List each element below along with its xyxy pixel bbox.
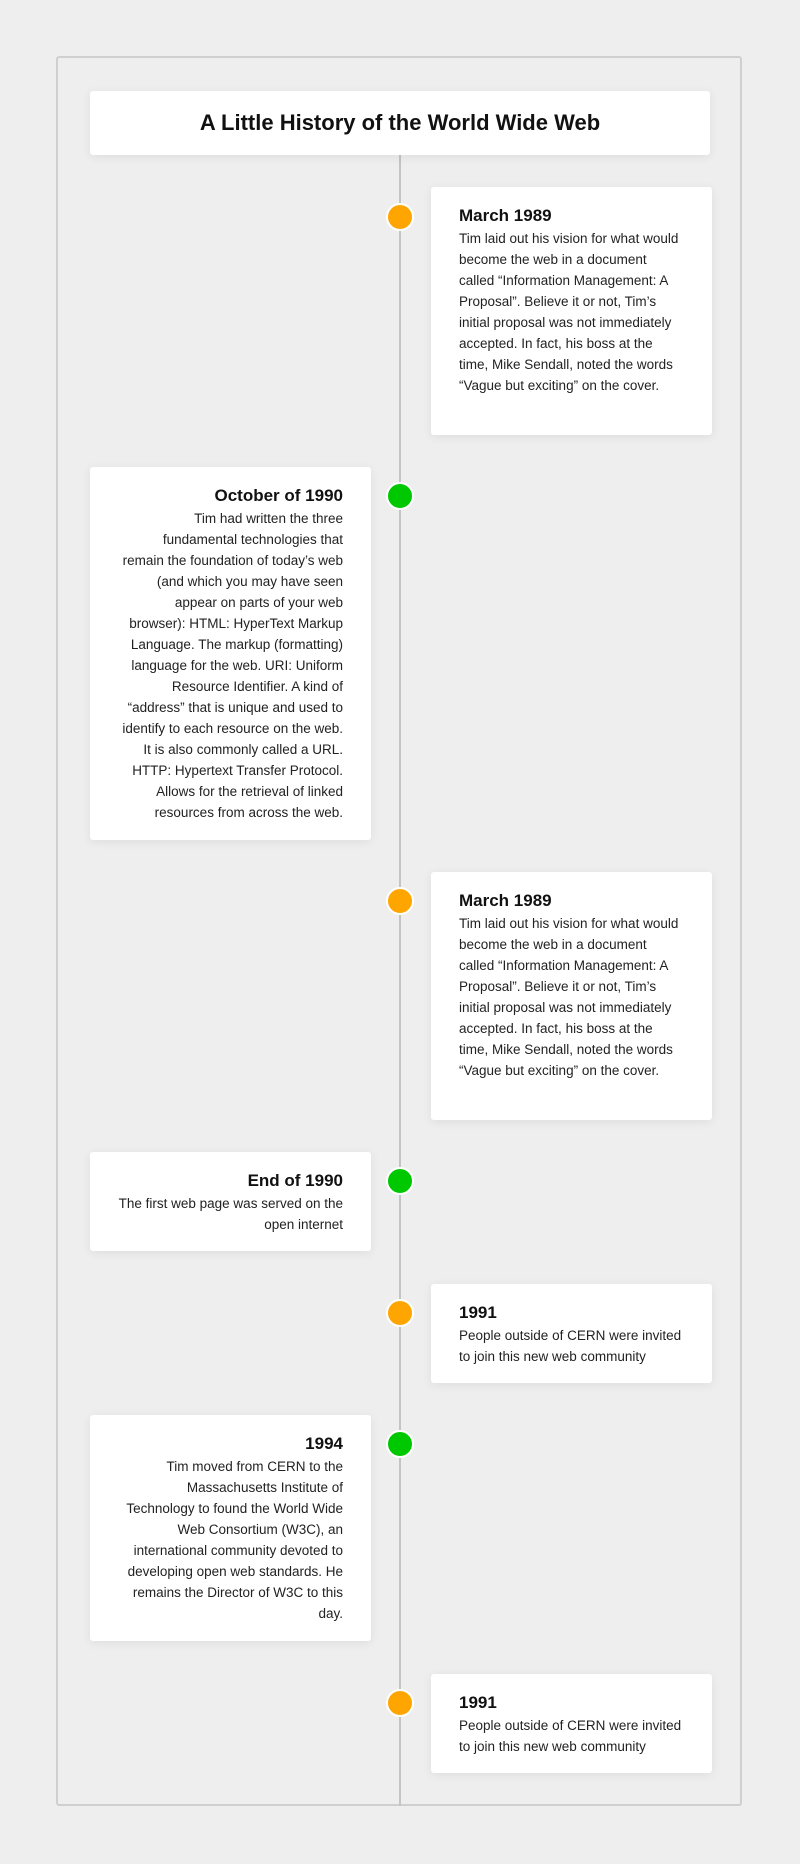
event-description: People outside of CERN were invited to j… <box>459 1718 682 1754</box>
event-description: People outside of CERN were invited to j… <box>459 1328 682 1364</box>
timeline-card: March 1989 Tim laid out his vision for w… <box>431 872 712 1120</box>
event-date: March 1989 <box>459 891 552 910</box>
timeline-marker-green <box>386 482 414 510</box>
event-date: October of 1990 <box>214 486 344 505</box>
event-description: Tim had written the three fundamental te… <box>122 511 343 820</box>
timeline-marker-orange <box>386 1299 414 1327</box>
timeline-marker-orange <box>386 203 414 231</box>
timeline-marker-green <box>386 1430 414 1458</box>
timeline-marker-orange <box>386 1689 414 1717</box>
event-description: Tim moved from CERN to the Massachusetts… <box>126 1459 343 1621</box>
timeline-card: October of 1990 Tim had written the thre… <box>90 467 371 840</box>
timeline-card: 1991 People outside of CERN were invited… <box>431 1674 712 1773</box>
event-description: Tim laid out his vision for what would b… <box>459 231 679 393</box>
event-date: End of 1990 <box>247 1171 343 1190</box>
timeline-marker-orange <box>386 887 414 915</box>
timeline-card: End of 1990 The first web page was serve… <box>90 1152 371 1251</box>
event-date: March 1989 <box>459 206 552 225</box>
event-date: 1991 <box>459 1303 497 1322</box>
event-description: Tim laid out his vision for what would b… <box>459 916 679 1078</box>
page-title: A Little History of the World Wide Web <box>199 110 601 135</box>
timeline-marker-green <box>386 1167 414 1195</box>
timeline-card: 1994 Tim moved from CERN to the Massachu… <box>90 1415 371 1641</box>
timeline-axis <box>399 155 401 1806</box>
event-date: 1994 <box>305 1434 343 1453</box>
timeline-card: 1991 People outside of CERN were invited… <box>431 1284 712 1383</box>
event-description: The first web page was served on the ope… <box>118 1196 343 1232</box>
timeline-card: March 1989 Tim laid out his vision for w… <box>431 187 712 435</box>
title-card: A Little History of the World Wide Web <box>90 91 710 155</box>
event-date: 1991 <box>459 1693 497 1712</box>
